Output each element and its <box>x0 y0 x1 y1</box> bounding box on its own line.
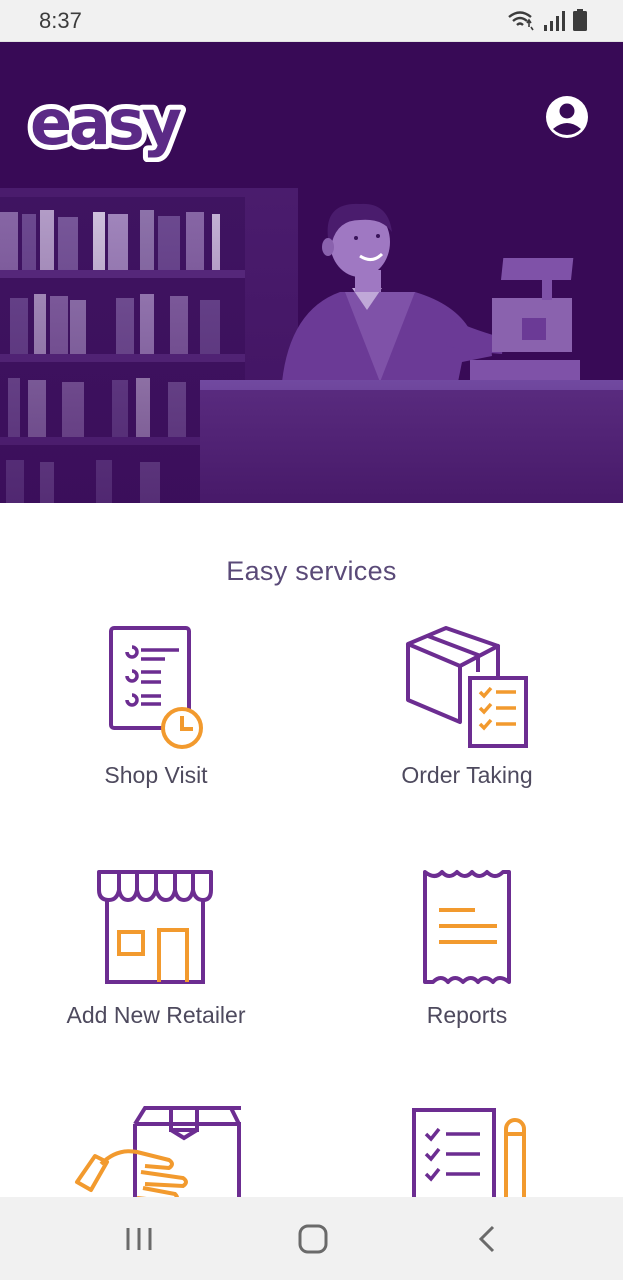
back-icon <box>478 1225 495 1252</box>
service-order-taking[interactable]: Order Taking <box>337 622 597 789</box>
service-delivery[interactable] <box>26 1104 286 1204</box>
hand-box-icon <box>75 1106 241 1204</box>
service-shop-visit[interactable]: Shop Visit <box>26 622 286 789</box>
status-bar: 8:37 <box>0 0 623 42</box>
recent-apps-icon <box>126 1227 152 1250</box>
receipt-icon <box>423 870 511 984</box>
account-circle-icon[interactable] <box>545 95 589 139</box>
recent-apps-button[interactable] <box>94 1197 184 1280</box>
signal-icon <box>544 11 565 31</box>
home-button[interactable] <box>268 1197 358 1280</box>
service-reports[interactable]: Reports <box>337 864 597 1029</box>
logo-text: easy <box>30 86 182 159</box>
storefront-icon <box>97 870 213 984</box>
service-label: Add New Retailer <box>66 1002 246 1028</box>
status-icons <box>507 9 587 31</box>
home-icon <box>298 1224 328 1253</box>
checklist-clock-icon <box>109 626 203 749</box>
service-label: Shop Visit <box>104 762 208 788</box>
box-checklist-icon <box>406 626 528 748</box>
back-button[interactable] <box>442 1197 532 1280</box>
system-nav-bar <box>0 1197 623 1280</box>
battery-icon <box>573 9 587 31</box>
service-label: Order Taking <box>401 762 533 788</box>
status-time: 8:37 <box>39 8 82 33</box>
easy-logo: easy <box>26 82 186 162</box>
service-label: Reports <box>426 1002 508 1028</box>
checklist-pencil-icon <box>412 1108 526 1204</box>
service-add-new-retailer[interactable]: Add New Retailer <box>26 864 286 1029</box>
hero-banner: easy <box>0 42 623 503</box>
service-survey[interactable] <box>337 1104 597 1204</box>
wifi-icon <box>508 11 534 31</box>
section-title: Easy services <box>226 556 397 586</box>
